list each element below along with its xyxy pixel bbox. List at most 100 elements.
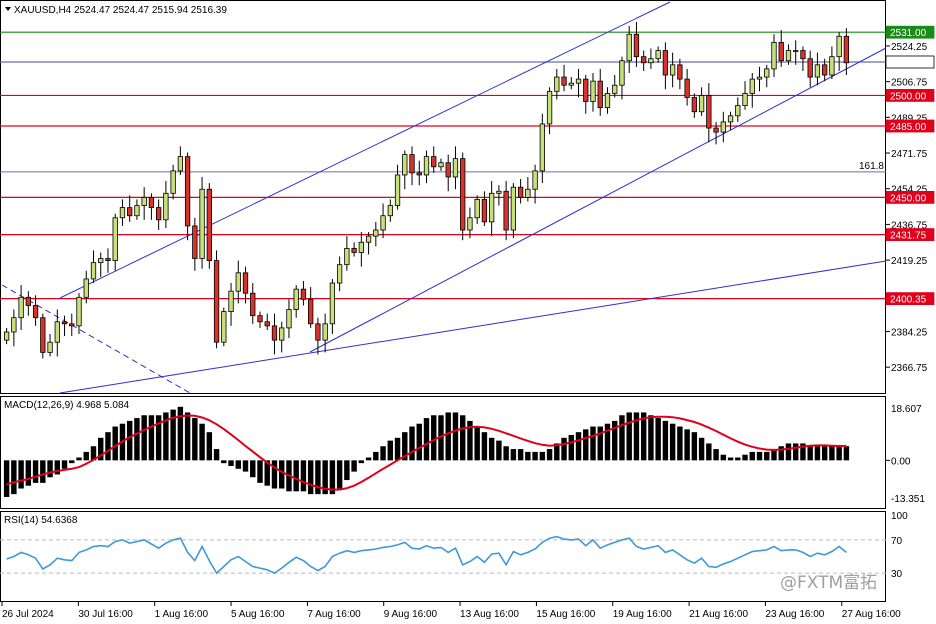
candle-body (373, 229, 379, 237)
candle (199, 176, 205, 269)
macd-histogram-bar (713, 449, 719, 461)
candle-body (489, 192, 495, 223)
macd-histogram-bar (221, 460, 227, 464)
candle-body (554, 76, 560, 92)
candle (61, 315, 68, 337)
candle-body (192, 225, 198, 259)
macd-histogram-bar (568, 434, 575, 461)
time-axis[interactable]: 26 Jul 2024 30 Jul 16:00 1 Aug 16:00 5 Aug … (1, 602, 901, 620)
candle (503, 181, 509, 241)
x-tick-label: 23 Aug 16:00 (765, 609, 824, 620)
candle (358, 232, 364, 267)
price-chart[interactable]: XAUUSD,H4 2524.47 2524.47 2515.94 2516.3… (0, 0, 936, 624)
candle (749, 72, 755, 108)
candle-body (677, 64, 683, 80)
candle-body (713, 127, 719, 133)
candle (235, 260, 241, 304)
macd-histogram-bar (177, 406, 184, 461)
symbol-dropdown-icon[interactable] (5, 7, 11, 11)
macd-histogram-bar (394, 437, 401, 461)
macd-histogram-bar (358, 460, 365, 464)
macd-histogram-bar (829, 446, 835, 461)
candle (134, 199, 140, 220)
macd-histogram-bar (510, 449, 517, 461)
macd-histogram-bar (677, 426, 683, 461)
candle (141, 187, 147, 220)
candle-body (206, 188, 212, 262)
candle (771, 34, 777, 78)
candle-body (199, 188, 205, 259)
candle-body (785, 50, 792, 62)
macd-histogram-bar (235, 460, 241, 469)
candle-body (539, 123, 545, 172)
macd-histogram-bar (474, 426, 480, 461)
candle (148, 193, 155, 220)
candle-body (293, 288, 299, 310)
macd-histogram-bar (61, 460, 68, 469)
candle-body (829, 56, 835, 76)
y-tick-label: 2471.75 (891, 149, 928, 160)
macd-histogram-bar (126, 420, 133, 461)
candle-body (684, 78, 690, 98)
candle-body (69, 323, 75, 327)
candle (662, 42, 669, 90)
candle (250, 283, 256, 324)
macd-histogram-bar (387, 440, 394, 461)
macd-histogram-bar (293, 460, 299, 492)
candle (619, 56, 625, 100)
candle-body (807, 58, 813, 78)
candle (416, 160, 422, 186)
macd-histogram-bar (742, 454, 748, 461)
candle (156, 199, 162, 231)
x-tick-label: 7 Aug 16:00 (307, 609, 361, 620)
candle (481, 191, 488, 226)
candle (47, 334, 53, 357)
symbol-label: XAUUSD,H4 (14, 5, 72, 16)
macd-histogram-bar (206, 432, 213, 461)
macd-histogram-bar (481, 432, 488, 461)
candle (423, 150, 430, 184)
rsi-label: RSI(14) 54.6368 (4, 515, 78, 526)
candle-body (423, 156, 430, 176)
channel-upper-line (59, 1, 671, 299)
candle-body (163, 192, 169, 221)
macd-histogram-bar (25, 460, 32, 486)
candle-body (778, 41, 784, 62)
candle (40, 313, 46, 359)
macd-histogram-bar (278, 460, 285, 489)
candle (713, 121, 719, 145)
candle (814, 52, 821, 86)
candle (76, 293, 82, 335)
macd-histogram-bar (764, 451, 770, 461)
candle (336, 256, 343, 292)
candle (727, 111, 734, 131)
candle-body (583, 78, 589, 102)
candle (54, 309, 60, 357)
candle-body (619, 60, 625, 86)
macd-histogram-bar (380, 446, 386, 461)
x-tick-label: 21 Aug 16:00 (689, 609, 748, 620)
macd-histogram-bar (213, 449, 220, 461)
macd-histogram-bar (76, 457, 82, 461)
candle-body (836, 35, 842, 58)
candle (546, 87, 553, 135)
macd-histogram-bar (134, 418, 140, 461)
macd-histogram-bar (32, 460, 39, 483)
watermark-logo: @FXTM富拓 (780, 573, 877, 593)
candle-body (156, 207, 162, 221)
candle-body (771, 41, 777, 70)
candle-body (720, 121, 726, 133)
candle-body (380, 215, 386, 231)
price-tag-label: 2500.00 (890, 91, 927, 102)
macd-histogram-bar (416, 423, 422, 461)
candle (90, 250, 97, 284)
macd-histogram-bar (662, 420, 669, 461)
candle-body (843, 35, 850, 64)
y-tick-label: 2506.75 (891, 78, 928, 89)
candle (32, 295, 39, 326)
price-tag-label: 2516.39 (890, 58, 927, 69)
candle-body (669, 64, 676, 76)
candle (344, 236, 350, 271)
candle-body (83, 278, 89, 298)
candle (445, 154, 451, 192)
